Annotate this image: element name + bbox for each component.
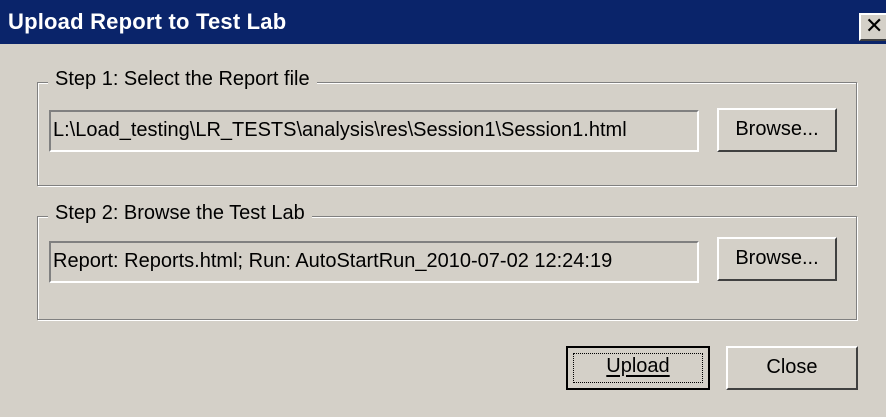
- step1-groupbox: Step 1: Select the Report file L:\Load_t…: [37, 68, 857, 186]
- upload-button[interactable]: Upload: [566, 346, 710, 390]
- close-button[interactable]: Close: [726, 346, 858, 390]
- report-file-path-field[interactable]: L:\Load_testing\LR_TESTS\analysis\res\Se…: [49, 110, 699, 152]
- step2-groupbox: Step 2: Browse the Test Lab Report: Repo…: [37, 202, 857, 320]
- browse-test-lab-button[interactable]: Browse...: [717, 237, 837, 281]
- step1-legend: Step 1: Select the Report file: [48, 68, 317, 91]
- browse-report-file-button[interactable]: Browse...: [717, 108, 837, 152]
- close-icon[interactable]: ✕: [859, 13, 886, 41]
- upload-report-dialog: Upload Report to Test Lab ✕ Step 1: Sele…: [0, 0, 886, 417]
- title-bar[interactable]: Upload Report to Test Lab ✕: [0, 0, 886, 44]
- test-lab-selection-field[interactable]: Report: Reports.html; Run: AutoStartRun_…: [49, 241, 699, 283]
- dialog-title: Upload Report to Test Lab: [8, 9, 287, 34]
- step2-legend: Step 2: Browse the Test Lab: [48, 202, 312, 225]
- upload-button-label: Upload: [606, 355, 670, 377]
